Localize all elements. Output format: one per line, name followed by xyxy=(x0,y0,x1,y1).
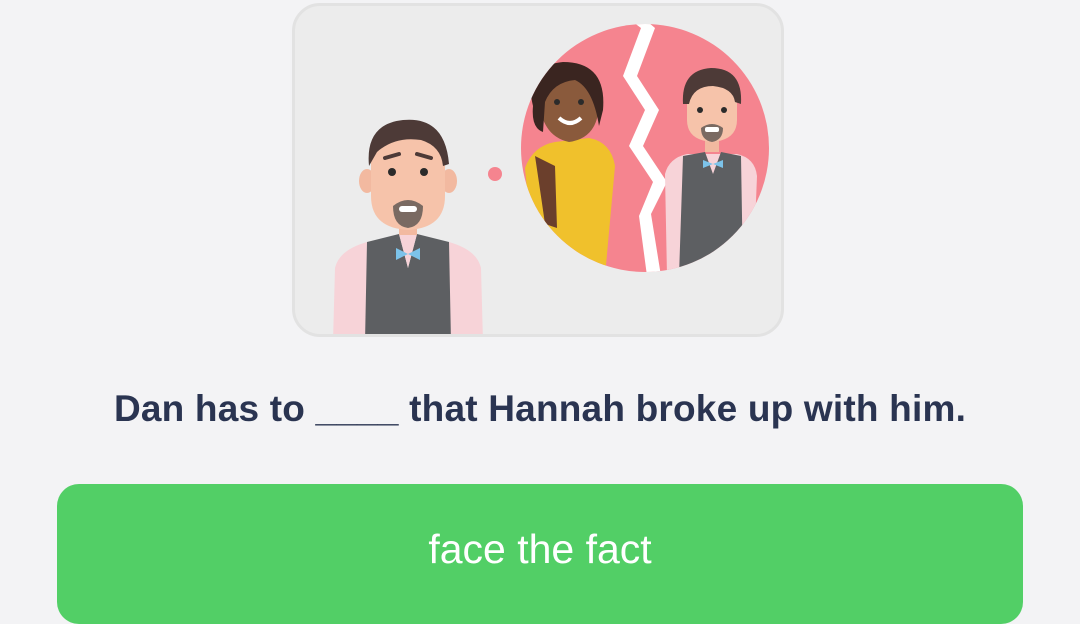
answer-option-label: face the fact xyxy=(428,526,652,572)
dan-figure xyxy=(333,119,483,334)
illustration-card xyxy=(292,3,784,337)
thought-bubble xyxy=(521,24,769,272)
hannah-figure xyxy=(525,62,615,272)
thought-dot xyxy=(488,167,502,181)
breakup-illustration xyxy=(333,24,769,334)
answer-option-button[interactable]: face the fact xyxy=(57,484,1023,624)
question-prompt: Dan has to ____ that Hannah broke up wit… xyxy=(113,388,967,429)
